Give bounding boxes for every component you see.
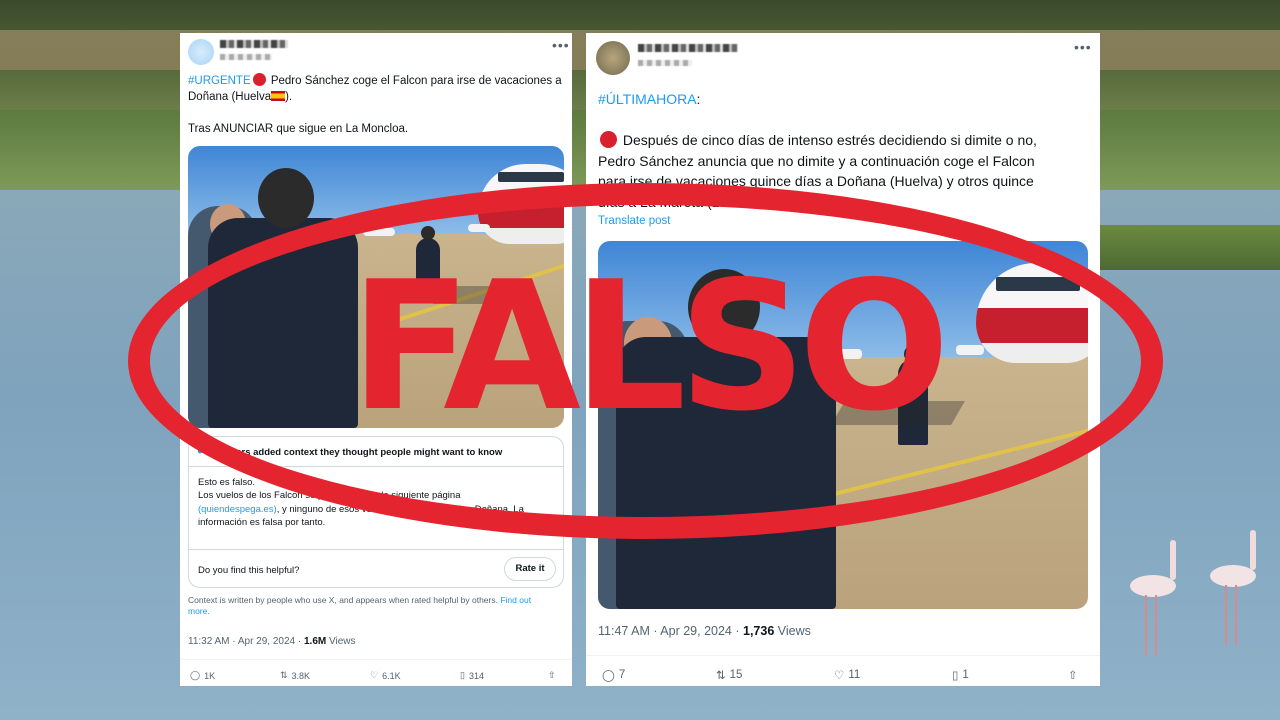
like-count: 11: [848, 669, 861, 681]
tweet-line: Tras ANUNCIAR que sigue en La Moncloa.: [188, 123, 409, 136]
action-bar: ◯ 7 ⇅ 15 ♡ 11 ▯ 1 ⇧: [586, 655, 1100, 686]
background-marsh-right: [1100, 225, 1280, 270]
reply-icon: ◯: [602, 670, 615, 682]
views-label: Views: [326, 636, 356, 647]
heart-icon: ♡: [834, 670, 845, 682]
views-label: Views: [774, 624, 811, 638]
helpful-question: Do you find this helpful?: [198, 565, 300, 576]
hashtag-link[interactable]: #ÚLTIMAHORA: [598, 91, 697, 107]
tweet-line: Doñana (Huelva: [188, 91, 272, 104]
bookmark-button[interactable]: ▯ 1: [952, 668, 969, 682]
reply-icon: ◯: [190, 670, 201, 680]
repost-button[interactable]: ⇅ 3.8K: [280, 670, 310, 681]
repost-icon: ⇅: [280, 670, 288, 680]
tweet-line: ).: [285, 91, 293, 104]
share-button[interactable]: ⇧: [1068, 668, 1078, 682]
action-bar: ◯ 1K ⇅ 3.8K ♡ 6.1K ▯ 314 ⇧: [180, 659, 572, 686]
tweet-line: Pedro Sánchez coge el Falcon para irse d…: [267, 75, 562, 87]
red-circle-emoji: [252, 73, 266, 86]
falso-stamp-text: FALSO: [350, 243, 950, 450]
more-icon[interactable]: •••: [552, 37, 570, 53]
divider: [189, 549, 563, 550]
share-button[interactable]: ⇧: [548, 670, 556, 681]
note-line: Esto es falso.: [198, 477, 256, 488]
share-icon: ⇧: [548, 670, 556, 680]
like-button[interactable]: ♡ 11: [834, 668, 860, 682]
tweet-line: Después de cinco días de intenso estrés …: [619, 132, 1037, 148]
hashtag-link[interactable]: #URGENTE: [188, 75, 251, 87]
tweet-line: Pedro Sánchez anuncia que no dimite y a …: [598, 152, 1035, 169]
bookmark-count: 314: [468, 670, 484, 681]
repost-icon: ⇅: [716, 670, 726, 682]
view-count: 1,736: [743, 624, 775, 638]
spain-flag-icon: [271, 91, 286, 102]
note-link[interactable]: (quiendespega.es): [198, 504, 277, 515]
bookmark-button[interactable]: ▯ 314: [460, 670, 484, 681]
timestamp[interactable]: 11:32 AM · Apr 29, 2024 ·: [188, 636, 304, 647]
reply-button[interactable]: ◯ 1K: [190, 670, 215, 681]
repost-button[interactable]: ⇅ 15: [716, 668, 742, 682]
avatar[interactable]: [596, 41, 630, 75]
heart-icon: ♡: [370, 670, 379, 680]
like-count: 6.1K: [382, 670, 401, 681]
community-note-footnote: Context is written by people who use X, …: [188, 595, 532, 617]
avatar[interactable]: [188, 39, 214, 65]
find-out-more-link[interactable]: more.: [188, 606, 210, 616]
author-name-blurred[interactable]: [220, 40, 288, 48]
view-count: 1.6M: [304, 636, 327, 647]
like-button[interactable]: ♡ 6.1K: [370, 670, 401, 681]
bookmark-count: 1: [962, 669, 969, 681]
repost-count: 3.8K: [291, 670, 311, 681]
author-name-blurred[interactable]: [638, 44, 738, 52]
reply-count: 7: [618, 669, 626, 681]
author-handle-blurred: [638, 60, 692, 66]
note-line: información es falsa por tanto.: [198, 516, 326, 528]
author-handle-blurred: [220, 54, 272, 60]
tweet-line: :: [696, 91, 701, 107]
reply-count: 1K: [204, 670, 216, 681]
red-circle-emoji: [600, 131, 617, 148]
bookmark-icon: ▯: [952, 670, 959, 682]
tweet-text: #URGENTE Pedro Sánchez coge el Falcon pa…: [188, 73, 568, 137]
find-out-more-link[interactable]: Find out: [500, 595, 531, 605]
flamingo-image: [1110, 530, 1270, 660]
tweet-timestamp: 11:47 AM · Apr 29, 2024 · 1,736 Views: [598, 624, 811, 638]
repost-count: 15: [729, 669, 743, 681]
tweet-timestamp: 11:32 AM · Apr 29, 2024 · 1.6M Views: [188, 636, 356, 647]
timestamp[interactable]: 11:47 AM · Apr 29, 2024 ·: [598, 624, 743, 638]
share-icon: ⇧: [1068, 670, 1078, 682]
reply-button[interactable]: ◯ 7: [602, 668, 625, 682]
rate-it-button[interactable]: Rate it: [504, 557, 556, 581]
bookmark-icon: ▯: [460, 670, 465, 680]
more-icon[interactable]: •••: [1074, 39, 1092, 55]
